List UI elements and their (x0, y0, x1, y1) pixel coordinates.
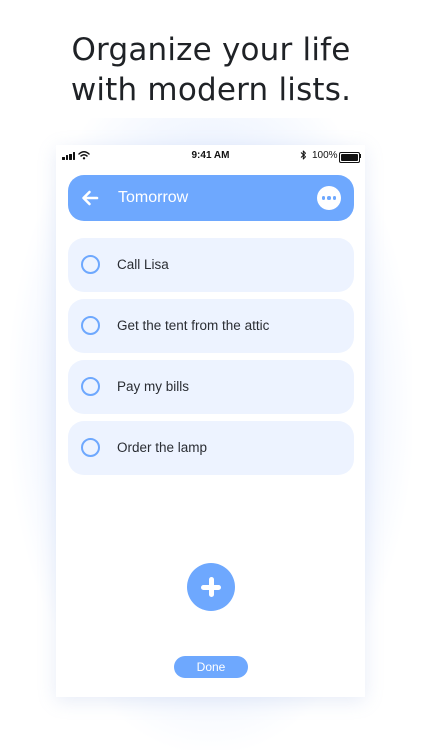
task-checkbox[interactable] (81, 377, 100, 396)
list-title: Tomorrow (118, 189, 189, 206)
more-button[interactable] (317, 186, 341, 210)
task-item[interactable]: Pay my bills (68, 360, 354, 414)
task-item[interactable]: Order the lamp (68, 421, 354, 475)
task-checkbox[interactable] (81, 316, 100, 335)
task-item[interactable]: Call Lisa (68, 238, 354, 292)
more-icon (321, 196, 326, 200)
headline-line-1: Organize your life (71, 32, 351, 68)
task-checkbox[interactable] (81, 438, 100, 457)
status-bar: 9:41 AM 100% (56, 145, 365, 167)
task-label: Pay my bills (117, 379, 190, 394)
task-list: Call Lisa Get the tent from the attic Pa… (68, 238, 354, 482)
headline: Organize your life with modern lists. (0, 30, 422, 110)
task-item[interactable]: Get the tent from the attic (68, 299, 354, 353)
add-task-button[interactable] (187, 563, 235, 611)
done-button[interactable]: Done (174, 656, 248, 678)
back-button[interactable] (78, 186, 102, 210)
battery-tip (359, 154, 361, 158)
battery-icon (339, 152, 360, 163)
headline-line-2: with modern lists. (70, 72, 352, 108)
task-label: Call Lisa (117, 257, 169, 272)
list-header: Tomorrow (68, 175, 354, 221)
task-checkbox[interactable] (81, 255, 100, 274)
battery-percentage: 100% (312, 150, 338, 161)
phone-screen: 9:41 AM 100% Tomorrow Call Lisa Get the … (56, 145, 365, 697)
task-label: Get the tent from the attic (117, 318, 270, 333)
task-label: Order the lamp (117, 440, 208, 455)
bluetooth-icon (300, 150, 306, 160)
arrow-left-icon (82, 190, 99, 206)
